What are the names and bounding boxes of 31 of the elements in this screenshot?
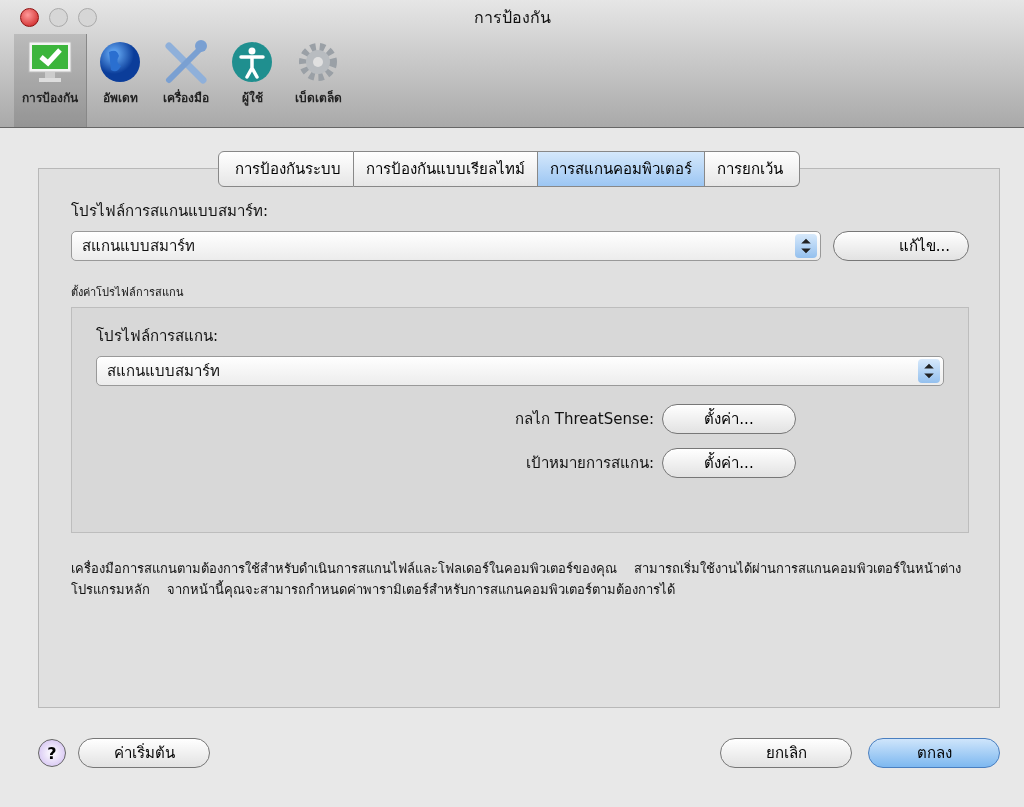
toolbar-button[interactable]: เบ็ดเตล็ด — [285, 34, 351, 127]
cancel-button[interactable]: ยกเลิก — [720, 738, 852, 768]
toolbar-button[interactable]: เครื่องมือ — [153, 34, 219, 127]
description-text: เครื่องมือการสแกนตามต้องการใช้สำหรับดำเนินการสแกนไฟล์และโฟลเดอร์ในคอมพิวเตอร์ของคุณ สามารถเริ่มใช้งานได้ผ่านการสแกนคอมพิวเตอร์ในหน้าต่างโปรแกรมหลัก จากหน้านี้คุณจะสามารถกำหนดค่าพารามิเตอร์สำหรับการสแกนคอมพิวเตอร์ตามต้องการได้ — [71, 559, 962, 600]
setting-label: เป้าหมายการสแกน: — [525, 453, 654, 474]
tab[interactable]: การป้องกันระบบ — [218, 151, 354, 187]
field-label: โปรไฟล์การสแกนแบบสมาร์ท: — [71, 201, 270, 222]
profile-dropdown[interactable]: สแกนแบบสมาร์ท — [96, 356, 944, 386]
toolbar-button[interactable]: ผู้ใช้ — [219, 34, 285, 127]
close-button[interactable] — [20, 8, 39, 27]
minimize-button[interactable] — [49, 8, 68, 27]
settings-button[interactable]: ตั้งค่า... — [662, 404, 796, 434]
profile-dropdown[interactable]: สแกนแบบสมาร์ท — [71, 231, 822, 261]
setting-label: กลไก ThreatSense: — [515, 409, 654, 430]
toolbar-button[interactable]: การป้องกัน — [14, 34, 87, 127]
tab[interactable]: การป้องกันแบบเรียลไทม์ — [354, 151, 538, 187]
tab[interactable]: การยกเว้น — [705, 151, 800, 187]
default-button[interactable]: ค่าเริ่มต้น — [78, 738, 210, 768]
group-title: ตั้งค่าโปรไฟล์การสแกน — [71, 284, 185, 301]
tab[interactable]: การสแกนคอมพิวเตอร์ — [538, 151, 705, 187]
stepper-arrows-icon — [795, 234, 818, 258]
ok-button[interactable]: ตกลง — [868, 738, 1000, 768]
stepper-arrows-icon — [918, 359, 940, 383]
window-title: การป้องกัน — [473, 6, 551, 29]
toolbar-button[interactable]: อัพเดท — [87, 34, 153, 127]
settings-button[interactable]: ตั้งค่า... — [662, 448, 796, 478]
field-label: โปรไฟล์การสแกน: — [96, 326, 220, 347]
help-button[interactable]: ? — [38, 739, 66, 767]
monitor-check-icon — [25, 40, 75, 84]
edit-button[interactable]: แก้ไข... — [833, 231, 969, 261]
zoom-button[interactable] — [78, 8, 97, 27]
